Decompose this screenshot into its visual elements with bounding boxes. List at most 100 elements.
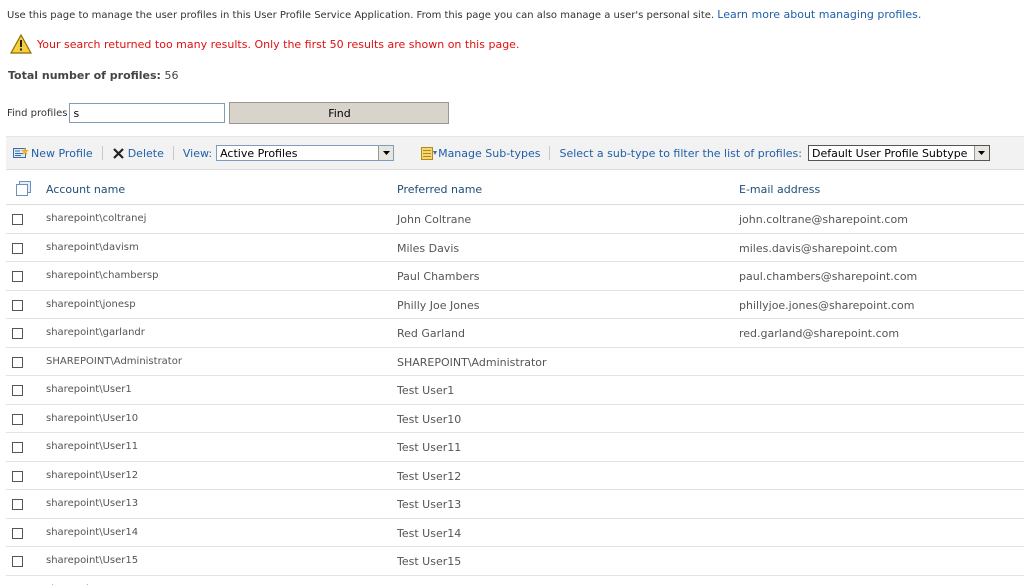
table-row[interactable]: sharepoint\jonesp Philly Joe Jones phillyj… [6, 291, 1024, 319]
warning-triangle-icon [10, 34, 32, 54]
row-checkbox[interactable] [12, 214, 23, 225]
account-name-cell[interactable]: sharepoint\User14 [46, 527, 138, 538]
profiles-table: Account name Preferred name E-mail addre… [6, 176, 1024, 585]
row-checkbox[interactable] [12, 271, 23, 282]
select-all-icon[interactable] [15, 181, 33, 197]
manage-subtypes-icon [421, 146, 438, 160]
column-header-email[interactable]: E-mail address [739, 183, 820, 196]
total-label: Total number of profiles: [8, 69, 161, 82]
find-profiles-label: Find profiles [7, 107, 68, 119]
table-row[interactable]: SHAREPOINT\Administrator SHAREPOINT\Admin… [6, 348, 1024, 376]
account-name-cell[interactable]: sharepoint\User10 [46, 413, 138, 424]
table-row[interactable]: sharepoint\User12 Test User12 [6, 462, 1024, 490]
table-row[interactable]: sharepoint\User15 Test User15 [6, 547, 1024, 576]
account-name-cell[interactable]: sharepoint\User11 [46, 441, 138, 452]
account-name-cell[interactable]: sharepoint\User15 [46, 555, 138, 566]
email-cell: miles.davis@sharepoint.com [739, 241, 898, 255]
row-checkbox[interactable] [12, 242, 23, 254]
delete-x-icon [112, 147, 124, 159]
total-value: 56 [164, 69, 179, 82]
preferred-name-cell: Test User15 [397, 555, 462, 568]
table-row[interactable]: sharepoint\User14 Test User14 [6, 519, 1024, 547]
table-row[interactable]: sharepoint\User1 Test User1 [6, 376, 1024, 405]
table-row[interactable]: sharepoint\davism Miles Davis miles.davis@… [6, 234, 1024, 262]
account-name-cell[interactable]: sharepoint\chambersp [46, 270, 158, 281]
find-button[interactable]: Find [229, 102, 450, 124]
email-cell: red.garland@sharepoint.com [739, 327, 900, 340]
new-profile-label: New Profile [31, 146, 93, 160]
view-label: View: [182, 146, 213, 160]
delete-button[interactable]: Delete [112, 147, 164, 160]
preferred-name-cell: Miles Davis [397, 241, 460, 255]
preferred-name-cell: Test User1 [397, 384, 455, 397]
preferred-name-cell: Test User13 [397, 498, 462, 511]
email-cell: john.coltrane@sharepoint.com [739, 213, 908, 226]
column-header-preferred[interactable]: Preferred name [397, 183, 482, 196]
find-profiles-input[interactable] [69, 103, 226, 123]
account-name-cell[interactable]: sharepoint\User13 [46, 498, 138, 509]
account-name-cell[interactable]: sharepoint\davism [46, 242, 139, 253]
row-checkbox[interactable] [12, 556, 23, 567]
warning-text: Your search returned too many results. O… [37, 37, 520, 51]
find-profiles-bar: Find profiles Find [7, 102, 450, 124]
chevron-down-icon[interactable] [378, 146, 394, 160]
preferred-name-cell: Test User14 [397, 526, 462, 540]
view-select-value: Active Profiles [220, 146, 298, 160]
preferred-name-cell: John Coltrane [397, 213, 472, 226]
view-select[interactable]: Active Profiles [216, 145, 395, 161]
row-checkbox[interactable] [12, 527, 23, 539]
table-row[interactable]: sharepoint\User13 Test User13 [6, 490, 1024, 519]
table-row[interactable]: sharepoint\garlandr Red Garland red.garlan… [6, 319, 1024, 348]
table-row[interactable]: sharepoint\User16Test User16 [6, 576, 1024, 585]
toolbar-divider [172, 146, 174, 160]
account-name-cell[interactable]: SHAREPOINT\Administrator [46, 356, 182, 367]
intro-text: Use this page to manage the user profile… [7, 10, 715, 21]
new-profile-icon [13, 147, 29, 158]
user-profiles-page: Use this page to manage the user profile… [0, 0, 1024, 585]
manage-subtypes-label: Manage Sub-types [438, 146, 541, 160]
subtype-filter-value: Default User Profile Subtype [811, 146, 968, 160]
preferred-name-cell: Test User12 [397, 469, 462, 483]
delete-label: Delete [127, 146, 164, 160]
table-row[interactable]: sharepoint\User11 Test User11 [6, 433, 1024, 462]
account-name-cell[interactable]: sharepoint\User12 [46, 470, 138, 481]
account-name-cell[interactable]: sharepoint\coltranej [46, 213, 146, 224]
account-name-cell[interactable]: sharepoint\User1 [46, 384, 132, 395]
search-warning: Your search returned too many results. O… [10, 32, 519, 56]
row-checkbox[interactable] [12, 470, 23, 482]
toolbar-divider [549, 146, 551, 160]
row-checkbox[interactable] [12, 328, 23, 339]
account-name-cell[interactable]: sharepoint\garlandr [46, 327, 145, 338]
preferred-name-cell: Red Garland [397, 327, 465, 340]
preferred-name-cell: Philly Joe Jones [397, 298, 480, 312]
new-profile-button[interactable]: New Profile [13, 147, 93, 160]
chevron-down-icon[interactable] [973, 146, 989, 160]
table-row[interactable]: sharepoint\coltranej John Coltrane john.co… [6, 205, 1024, 234]
row-checkbox[interactable] [12, 356, 23, 368]
preferred-name-cell: Paul Chambers [397, 270, 480, 283]
row-checkbox[interactable] [12, 385, 23, 396]
profiles-toolbar: New Profile Delete View: Active Profiles [6, 136, 1024, 170]
email-cell: phillyjoe.jones@sharepoint.com [739, 298, 915, 312]
row-checkbox[interactable] [12, 413, 23, 425]
table-row[interactable]: sharepoint\chambersp Paul Chambers paul.ch… [6, 262, 1024, 291]
page-description: Use this page to manage the user profile… [7, 8, 921, 21]
preferred-name-cell: Test User11 [397, 441, 462, 454]
row-checkbox[interactable] [12, 499, 23, 510]
subtype-filter-select[interactable]: Default User Profile Subtype [807, 145, 990, 161]
preferred-name-cell: SHAREPOINT\Administrator [397, 355, 547, 369]
subtype-filter-label: Select a sub-type to filter the list of … [559, 146, 802, 160]
preferred-name-cell: Test User10 [397, 412, 462, 426]
table-header: Account name Preferred name E-mail addre… [6, 176, 1024, 205]
email-cell: paul.chambers@sharepoint.com [739, 270, 918, 283]
table-body: sharepoint\coltranej John Coltrane john.co… [6, 205, 1024, 585]
row-checkbox[interactable] [12, 299, 23, 311]
account-name-cell[interactable]: sharepoint\jonesp [46, 299, 136, 310]
total-profiles: Total number of profiles: 56 [8, 69, 178, 82]
table-row[interactable]: sharepoint\User10 Test User10 [6, 405, 1024, 433]
column-header-account[interactable]: Account name [46, 183, 125, 196]
manage-subtypes-button[interactable]: Manage Sub-types [421, 146, 541, 160]
row-checkbox[interactable] [12, 442, 23, 453]
learn-more-link[interactable]: Learn more about managing profiles. [717, 8, 921, 21]
toolbar-divider [101, 146, 103, 160]
